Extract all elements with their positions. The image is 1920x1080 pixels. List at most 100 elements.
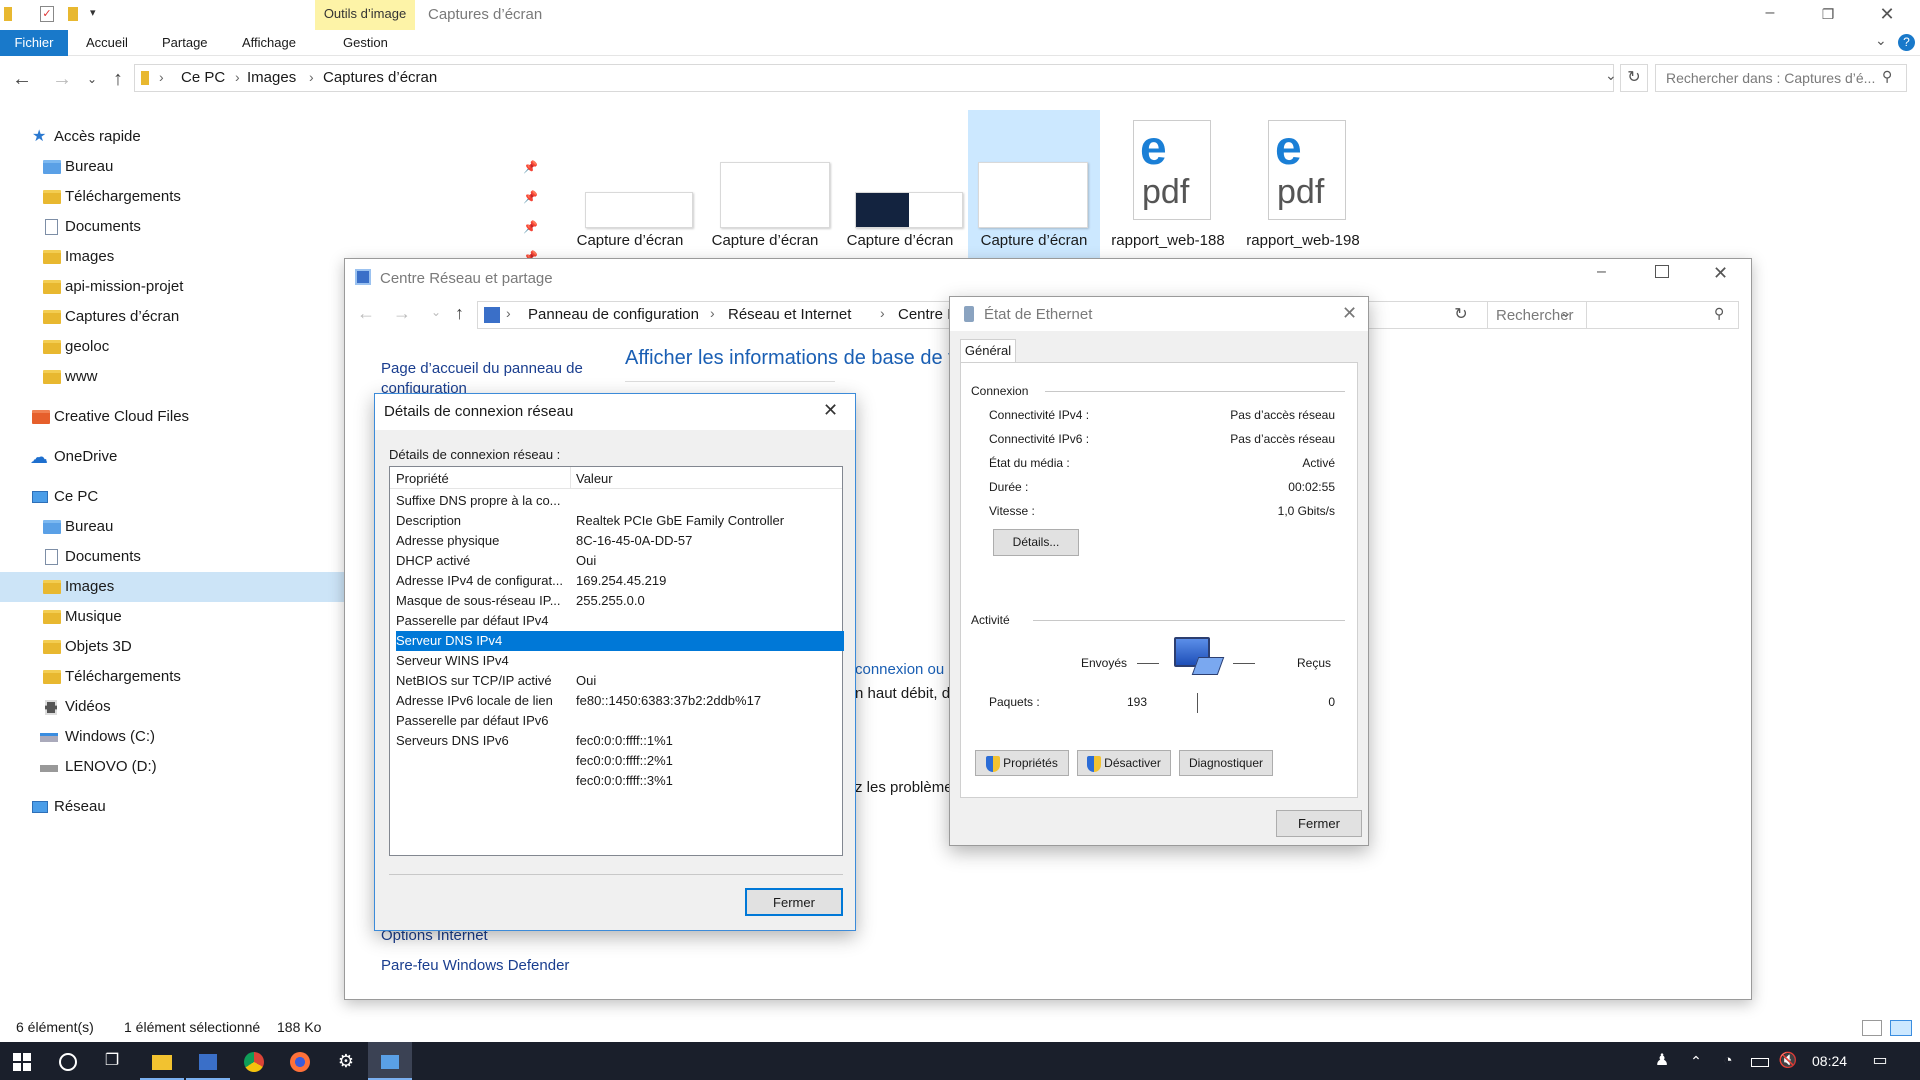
- new-folder-quick-icon[interactable]: [68, 7, 78, 21]
- table-row[interactable]: fec0:0:0:ffff::3%1: [396, 771, 844, 791]
- column-header-property[interactable]: Propriété: [396, 471, 449, 486]
- breadcrumb-control-panel[interactable]: Panneau de configuration: [528, 306, 699, 323]
- sidebar-pc-documents[interactable]: Documents: [0, 542, 345, 572]
- table-row[interactable]: Adresse physique 8C-16-45-0A-DD-57: [396, 531, 844, 551]
- file-item[interactable]: Capture d’écran: [835, 110, 965, 260]
- close-button[interactable]: ✕: [1713, 263, 1728, 284]
- sidebar-item-images[interactable]: Images: [0, 242, 345, 272]
- close-button[interactable]: ✕: [1872, 0, 1902, 30]
- tab-general[interactable]: Général: [960, 339, 1016, 363]
- tab-partage[interactable]: Partage: [162, 30, 208, 56]
- tab-accueil[interactable]: Accueil: [86, 30, 128, 56]
- action-center-icon[interactable]: ▭: [1858, 1042, 1902, 1080]
- refresh-button[interactable]: ↻: [1449, 301, 1473, 329]
- table-row[interactable]: Masque de sous-réseau IP... 255.255.0.0: [396, 591, 844, 611]
- address-dropdown-icon[interactable]: ⌄: [1605, 67, 1617, 84]
- sidebar-item-geoloc[interactable]: geoloc: [0, 332, 345, 362]
- address-bar[interactable]: › Ce PC › Images › Captures d’écran ⌄: [134, 64, 1617, 92]
- firefox-taskbar-icon[interactable]: [278, 1042, 322, 1080]
- forward-button[interactable]: →: [393, 303, 411, 324]
- diagnose-button[interactable]: Diagnostiquer: [1179, 750, 1273, 776]
- maximize-button[interactable]: [1655, 265, 1669, 278]
- recent-locations-icon[interactable]: ⌄: [431, 305, 441, 319]
- sidebar-item-api-mission-projet[interactable]: api-mission-projet: [0, 272, 345, 302]
- file-item-selected[interactable]: Capture d’écran: [968, 110, 1100, 260]
- breadcrumb-network-internet[interactable]: Réseau et Internet: [728, 306, 851, 323]
- file-item[interactable]: e pdf rapport_web-198: [1238, 110, 1368, 260]
- control-panel-taskbar-icon[interactable]: [368, 1042, 412, 1080]
- table-row[interactable]: Serveurs DNS IPv6 fec0:0:0:ffff::1%1: [396, 731, 844, 751]
- firewall-link[interactable]: Pare-feu Windows Defender: [381, 957, 569, 974]
- search-taskbar-button[interactable]: [46, 1042, 90, 1080]
- pin-icon[interactable]: 📌: [523, 190, 538, 204]
- sidebar-pc-bureau[interactable]: Bureau: [0, 512, 345, 542]
- forward-button[interactable]: →: [48, 62, 76, 96]
- sidebar-pc-musique[interactable]: Musique: [0, 602, 345, 632]
- sidebar-item-www[interactable]: www: [0, 362, 345, 392]
- minimize-button[interactable]: –: [1597, 263, 1606, 281]
- sidebar-onedrive[interactable]: ☁ OneDrive: [0, 442, 345, 472]
- file-item[interactable]: Capture d’écran: [565, 110, 695, 260]
- ribbon-expand-icon[interactable]: ⌄: [1875, 32, 1887, 49]
- refresh-button[interactable]: ↻: [1620, 64, 1648, 92]
- recent-locations-icon[interactable]: ⌄: [78, 62, 106, 96]
- help-icon[interactable]: ?: [1898, 34, 1915, 51]
- sidebar-pc-objets-3d[interactable]: Objets 3D: [0, 632, 345, 662]
- sidebar-item-captures[interactable]: Captures d’écran: [0, 302, 345, 332]
- sidebar-quick-access[interactable]: ★ Accès rapide: [0, 122, 345, 152]
- back-button[interactable]: ←: [8, 62, 36, 96]
- start-button[interactable]: [0, 1042, 44, 1080]
- setup-connection-link[interactable]: connexion ou u: [855, 661, 957, 678]
- file-explorer-taskbar-icon[interactable]: [140, 1042, 184, 1080]
- table-row[interactable]: NetBIOS sur TCP/IP activé Oui: [396, 671, 844, 691]
- close-button[interactable]: Fermer: [1276, 810, 1362, 837]
- disable-button[interactable]: Désactiver: [1077, 750, 1171, 776]
- close-button[interactable]: ✕: [823, 400, 838, 421]
- breadcrumb-ce-pc[interactable]: Ce PC: [181, 69, 225, 86]
- table-row[interactable]: Adresse IPv6 locale de lien fe80::1450:63…: [396, 691, 844, 711]
- pin-icon[interactable]: 📌: [523, 220, 538, 234]
- file-item[interactable]: e pdf rapport_web-188: [1103, 110, 1233, 260]
- properties-button[interactable]: Propriétés: [975, 750, 1069, 776]
- tab-fichier[interactable]: Fichier: [0, 30, 68, 56]
- sidebar-network[interactable]: Réseau: [0, 792, 345, 822]
- details-view-icon[interactable]: [1862, 1020, 1882, 1036]
- column-header-value[interactable]: Valeur: [576, 471, 613, 486]
- tab-affichage[interactable]: Affichage: [242, 30, 296, 56]
- table-row[interactable]: Serveur WINS IPv4: [396, 651, 844, 671]
- sidebar-item-telechargements[interactable]: Téléchargements: [0, 182, 345, 212]
- volume-muted-icon[interactable]: 🔇: [1766, 1042, 1810, 1080]
- table-row[interactable]: fec0:0:0:ffff::2%1: [396, 751, 844, 771]
- sidebar-pc-lenovo-d[interactable]: LENOVO (D:): [0, 752, 345, 782]
- pin-icon[interactable]: 📌: [523, 160, 538, 174]
- details-list[interactable]: Propriété Valeur Suffixe DNS propre à la…: [389, 466, 844, 856]
- restore-button[interactable]: ❐: [1813, 0, 1843, 30]
- tab-gestion[interactable]: Gestion: [343, 30, 388, 56]
- table-row[interactable]: Adresse IPv4 de configurat... 169.254.45.…: [396, 571, 844, 591]
- table-row[interactable]: Suffixe DNS propre à la co...: [396, 491, 844, 511]
- sidebar-item-documents[interactable]: Documents: [0, 212, 345, 242]
- sidebar-this-pc[interactable]: Ce PC: [0, 482, 345, 512]
- clock[interactable]: 08:24: [1812, 1053, 1847, 1069]
- table-row-selected[interactable]: Serveur DNS IPv4: [396, 631, 844, 651]
- chrome-taskbar-icon[interactable]: [232, 1042, 276, 1080]
- large-icons-view-icon[interactable]: [1890, 1020, 1912, 1036]
- sidebar-creative-cloud[interactable]: Creative Cloud Files: [0, 402, 345, 432]
- table-row[interactable]: DHCP activé Oui: [396, 551, 844, 571]
- details-button[interactable]: Détails...: [993, 529, 1079, 556]
- task-view-button[interactable]: ❐: [90, 1042, 134, 1080]
- up-button[interactable]: ↑: [455, 303, 464, 324]
- file-item[interactable]: Capture d’écran: [700, 110, 830, 260]
- sidebar-item-bureau[interactable]: Bureau: [0, 152, 345, 182]
- breadcrumb-images[interactable]: Images: [247, 69, 296, 86]
- minimize-button[interactable]: –: [1755, 0, 1785, 30]
- sidebar-pc-windows-c[interactable]: Windows (C:): [0, 722, 345, 752]
- close-button[interactable]: Fermer: [745, 888, 843, 916]
- up-button[interactable]: ↑: [104, 62, 132, 96]
- sidebar-pc-videos[interactable]: Vidéos: [0, 692, 345, 722]
- table-row[interactable]: Description Realtek PCIe GbE Family Contr…: [396, 511, 844, 531]
- customize-quick-access-icon[interactable]: ▾: [90, 6, 96, 19]
- breadcrumb-captures[interactable]: Captures d’écran: [323, 69, 437, 86]
- sidebar-pc-images[interactable]: Images: [0, 572, 344, 602]
- search-input[interactable]: Rechercher dans : Captures d’é... ⚲: [1655, 64, 1907, 92]
